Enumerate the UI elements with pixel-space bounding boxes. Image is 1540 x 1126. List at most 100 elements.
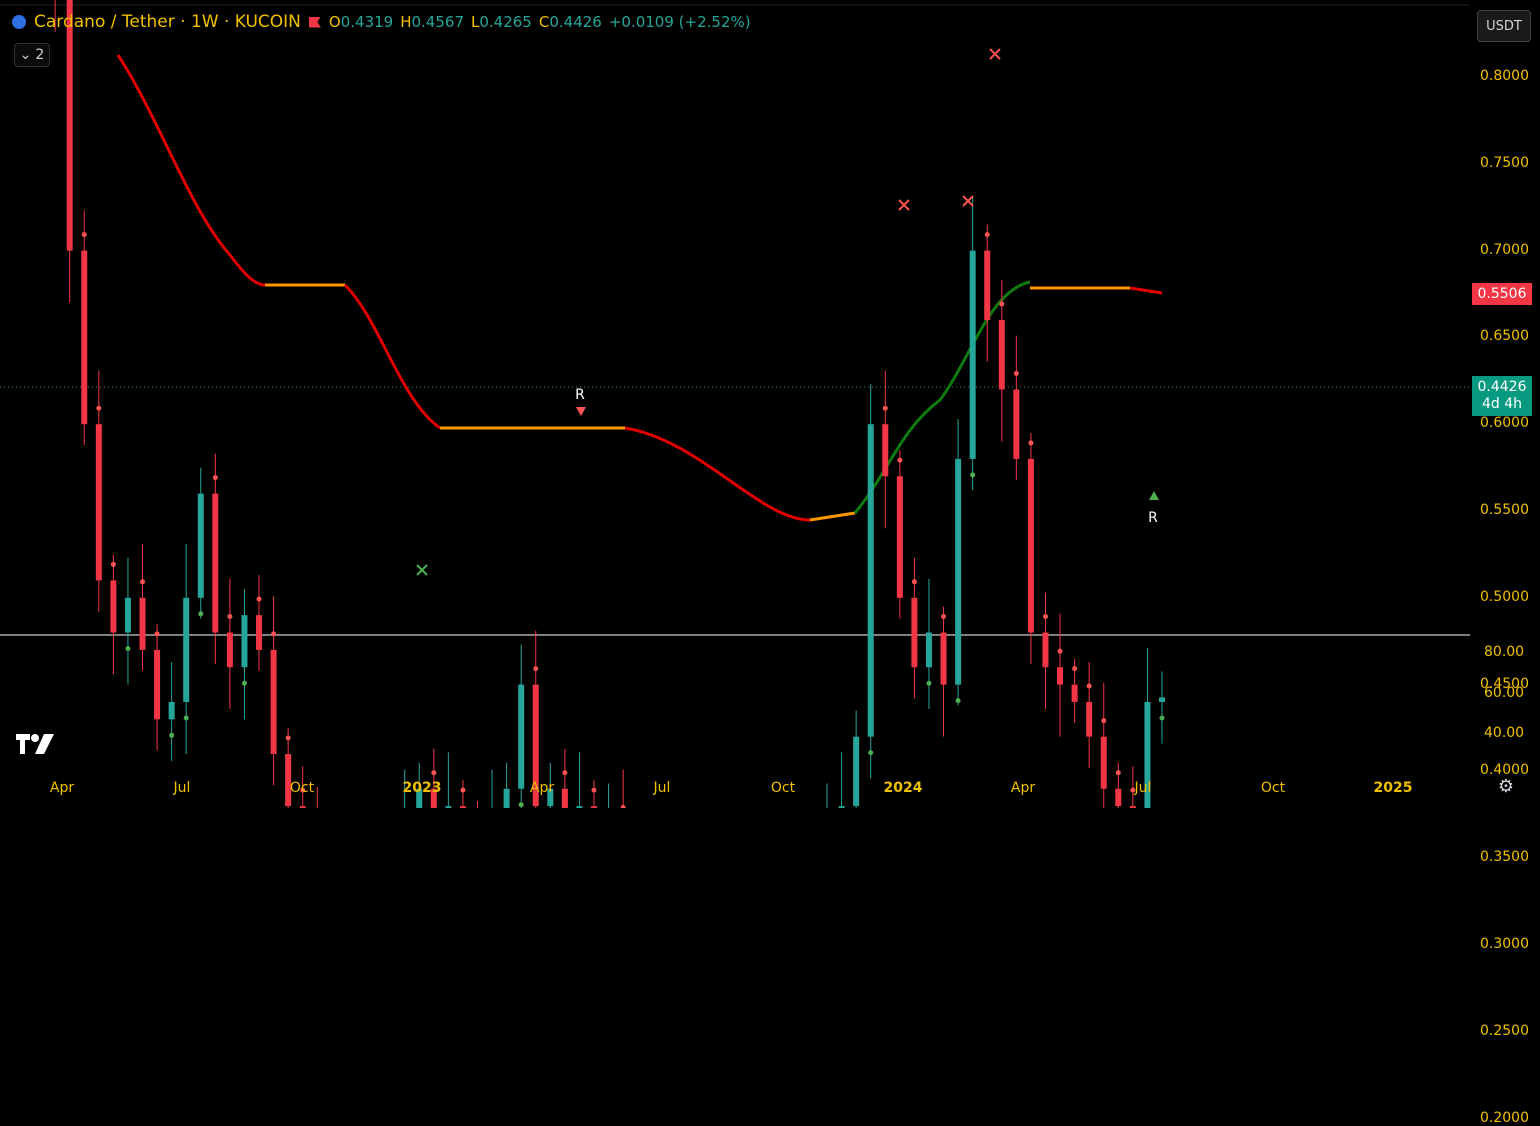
- signal-dot: [271, 631, 277, 637]
- candle-body: [66, 0, 73, 251]
- signal-dot: [125, 646, 131, 652]
- price-tick-label: 0.7500: [1480, 154, 1529, 171]
- candle-body: [1100, 736, 1107, 789]
- tradingview-logo-icon[interactable]: [14, 730, 58, 756]
- candle-body: [95, 424, 102, 581]
- signal-dot: [970, 472, 976, 478]
- candle-body: [212, 493, 219, 633]
- signal-dot: [1101, 718, 1107, 724]
- candle-body: [270, 649, 277, 755]
- price-tick-label: 0.5500: [1480, 502, 1529, 518]
- time-tick-label: Oct: [770, 780, 796, 796]
- signal-dot: [1013, 370, 1019, 376]
- time-tick-label: Jul: [173, 780, 191, 796]
- signal-dot: [868, 750, 874, 756]
- price-tick-label: 0.6000: [1480, 415, 1529, 432]
- price-tick-label: 0.6500: [1480, 328, 1529, 345]
- candle-body: [1159, 697, 1165, 702]
- candle-body: [853, 736, 860, 807]
- candle-body: [110, 580, 117, 633]
- cross-marker: [898, 199, 910, 211]
- signal-dot: [591, 787, 597, 793]
- signal-label: R: [575, 387, 585, 403]
- price-tick-label: 0.3500: [1480, 849, 1529, 866]
- signal-dot: [533, 666, 539, 672]
- gear-icon[interactable]: ⚙: [1495, 776, 1517, 798]
- signal-dot: [999, 301, 1005, 307]
- flag-icon[interactable]: [308, 16, 321, 28]
- price-tick-label: 0.8000: [1480, 68, 1529, 84]
- indicators-toggle-button[interactable]: ⌄ 2: [14, 43, 50, 67]
- currency-button[interactable]: USDT: [1477, 10, 1531, 42]
- signal-dot: [1159, 715, 1165, 721]
- signal-dot: [1072, 666, 1078, 672]
- candle-body: [955, 458, 962, 685]
- change-value: +0.0109 (+2.52%): [608, 13, 751, 31]
- signal-dot: [198, 611, 204, 617]
- signal-dot: [96, 405, 102, 411]
- candle-body: [882, 424, 889, 477]
- candle-body: [984, 250, 991, 321]
- trend-line-segment: [1129, 286, 1163, 295]
- candle-body: [1042, 632, 1049, 668]
- candle-body: [925, 632, 932, 668]
- signal-dot: [1028, 440, 1034, 446]
- price-tick-label: 0.3000: [1480, 936, 1529, 952]
- time-tick-label: 2024: [883, 780, 923, 796]
- indicators-count: 2: [35, 47, 45, 63]
- signal-dot: [431, 770, 437, 776]
- candle-body: [1013, 389, 1020, 459]
- candle-body: [1057, 667, 1064, 685]
- signal-dot: [169, 732, 175, 738]
- time-tick-label: 2025: [1373, 780, 1413, 796]
- candle-body: [518, 684, 525, 789]
- signal-dot: [81, 232, 87, 238]
- candle-body: [969, 250, 976, 459]
- oscillator-tick-label: 80.00: [1484, 644, 1525, 660]
- cross-marker: [416, 564, 428, 576]
- trend-line-segment: [343, 283, 441, 430]
- trend-line-segment: [116, 54, 266, 287]
- time-tick-label: Oct: [289, 780, 315, 796]
- signal-dot: [154, 631, 160, 637]
- ohlc-values: O0.4319 H0.4567 L0.4265 C0.4426 +0.0109 …: [328, 13, 751, 31]
- last-price-value: 0.4426: [1477, 379, 1527, 395]
- signal-dot: [140, 579, 146, 585]
- candle-body: [226, 632, 233, 668]
- price-tick-label: 0.5000: [1480, 588, 1529, 605]
- signal-dot: [212, 475, 218, 481]
- candle-body: [168, 701, 175, 720]
- candle-body: [1071, 684, 1078, 702]
- candle-body: [154, 649, 161, 720]
- candle-body: [241, 615, 248, 668]
- candle-body: [940, 632, 947, 685]
- signal-dot: [227, 614, 233, 620]
- time-tick-label: Jul: [653, 780, 671, 796]
- candles-layer: [54, 0, 1165, 808]
- candle-body: [256, 615, 263, 650]
- signal-dot: [911, 579, 917, 585]
- oscillator-tick-label: 60.00: [1484, 685, 1525, 701]
- candle-body: [124, 597, 131, 633]
- candle-body: [561, 788, 568, 808]
- signal-dot: [460, 787, 466, 793]
- candle-body: [911, 597, 918, 668]
- candle-body: [998, 320, 1005, 390]
- signal-dot: [241, 680, 247, 686]
- time-tick-label: Apr: [49, 780, 75, 796]
- signal-dot: [926, 680, 932, 686]
- signal-dot: [1086, 683, 1092, 689]
- signal-dots-layer: [81, 232, 1165, 808]
- time-tick-label: Apr: [1010, 780, 1036, 796]
- time-tick-label: 2023: [402, 780, 442, 796]
- signal-dot: [1057, 648, 1063, 654]
- signal-dot: [518, 802, 524, 808]
- price-tick-label: 0.2500: [1480, 1022, 1529, 1039]
- price-chart[interactable]: RR: [0, 0, 1540, 808]
- symbol-title[interactable]: Cardano / Tether · 1W · KUCOIN: [34, 12, 301, 32]
- candle-body: [81, 250, 88, 425]
- candle-body: [183, 597, 190, 702]
- cardano-coin-icon: [12, 15, 26, 29]
- candle-body: [867, 424, 874, 737]
- time-tick-label: Oct: [1260, 780, 1286, 796]
